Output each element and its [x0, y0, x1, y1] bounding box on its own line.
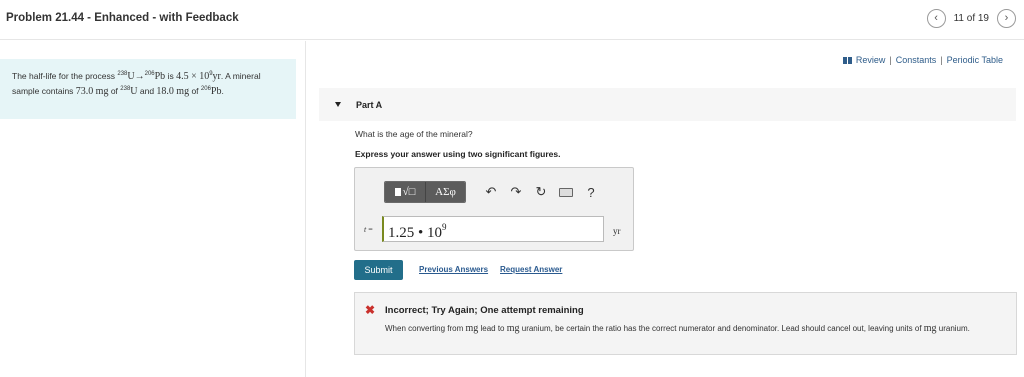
- caret-down-icon: [335, 102, 341, 107]
- review-link[interactable]: Review: [856, 55, 886, 65]
- mass-unit: mg: [95, 86, 109, 97]
- feedback-text: lead to: [478, 324, 507, 333]
- help-button[interactable]: ?: [580, 181, 602, 203]
- answer-row: t = 1.25 • 109 yr: [355, 216, 635, 242]
- chevron-right-icon[interactable]: ›: [997, 9, 1016, 28]
- problem-text: of: [189, 86, 201, 96]
- isotope-mass: 238: [120, 86, 131, 92]
- half-life-unit: yr: [212, 71, 221, 82]
- templates-label: √□: [402, 186, 416, 198]
- math-toolbar: √□ ΑΣφ ↶ ↷ ↻ ?: [384, 179, 605, 205]
- submit-button[interactable]: Submit: [354, 260, 403, 280]
- answer-mantissa: 1.25 • 10: [388, 225, 443, 241]
- mass-unit: mg: [176, 86, 190, 97]
- answer-unit: yr: [613, 226, 621, 236]
- equals-sign: =: [366, 225, 373, 234]
- isotope-symbol: U: [127, 71, 135, 82]
- keyboard-icon[interactable]: [555, 181, 577, 203]
- problem-pager: ‹ 11 of 19 ›: [926, 9, 1016, 28]
- isotope-symbol: Pb: [210, 86, 222, 97]
- isotope-mass: 206: [144, 71, 155, 77]
- feedback-text: uranium, be certain the ratio has the co…: [519, 324, 924, 333]
- symbols-label: ΑΣφ: [435, 186, 456, 198]
- problem-text: The half-life for the process: [12, 71, 118, 81]
- feedback-box: ✖ Incorrect; Try Again; One attempt rema…: [354, 292, 1017, 355]
- redo-icon[interactable]: ↷: [505, 181, 527, 203]
- template-group: √□ ΑΣφ: [384, 181, 466, 203]
- request-answer-link[interactable]: Request Answer: [500, 265, 562, 274]
- isotope-symbol: U: [130, 86, 138, 97]
- link-separator: |: [940, 55, 943, 65]
- problem-position: 11 of 19: [953, 13, 989, 24]
- feedback-title: Incorrect; Try Again; One attempt remain…: [385, 305, 584, 316]
- book-icon: [842, 56, 852, 64]
- problem-pane: The half-life for the process 238U→206Pb…: [0, 41, 306, 377]
- uranium-mass: 73.0: [75, 86, 94, 97]
- feedback-text: When converting from: [385, 324, 466, 333]
- templates-button[interactable]: √□: [385, 182, 425, 202]
- isotope-mass: 206: [200, 86, 211, 92]
- mass-unit: mg: [506, 323, 520, 334]
- mass-unit: mg: [465, 323, 479, 334]
- top-bar: Problem 21.44 - Enhanced - with Feedback…: [0, 0, 1024, 40]
- symbols-button[interactable]: ΑΣφ: [425, 182, 465, 202]
- feedback-body: When converting from mg lead to mg urani…: [385, 323, 1005, 334]
- reaction-arrow: →: [134, 71, 145, 82]
- question-text: What is the age of the mineral?: [355, 129, 473, 139]
- instruction-text: Express your answer using two significan…: [355, 149, 561, 159]
- mass-unit: mg: [923, 323, 937, 334]
- chevron-left-icon[interactable]: ‹: [926, 9, 946, 28]
- answer-panel: √□ ΑΣφ ↶ ↷ ↻ ? t = 1.25 • 109 yr: [354, 167, 634, 251]
- problem-text: .: [221, 86, 224, 96]
- isotope-symbol: Pb: [154, 71, 166, 82]
- template-square-icon: [394, 188, 401, 196]
- answer-input[interactable]: 1.25 • 109: [382, 216, 604, 242]
- problem-text: of: [108, 86, 121, 96]
- previous-answers-link[interactable]: Previous Answers: [419, 265, 488, 274]
- undo-icon[interactable]: ↶: [480, 181, 502, 203]
- resource-links: Review | Constants | Periodic Table: [842, 55, 1003, 65]
- constants-link[interactable]: Constants: [896, 55, 937, 65]
- isotope-mass: 238: [117, 71, 128, 77]
- answer-variable: t =: [364, 225, 373, 234]
- close-x-icon: ✖: [365, 303, 376, 317]
- answer-exponent: 9: [442, 222, 447, 232]
- problem-title: Problem 21.44 - Enhanced - with Feedback: [6, 12, 239, 24]
- problem-text: is: [165, 71, 177, 81]
- link-separator: |: [889, 55, 892, 65]
- periodic-table-link[interactable]: Periodic Table: [947, 55, 1003, 65]
- lead-mass: 18.0: [156, 86, 174, 97]
- feedback-text: uranium.: [936, 324, 970, 333]
- problem-statement: The half-life for the process 238U→206Pb…: [0, 59, 296, 119]
- reset-icon[interactable]: ↻: [530, 181, 552, 203]
- half-life-value: 4.5 × 10: [176, 71, 210, 82]
- part-label: Part A: [356, 100, 383, 110]
- part-a-header[interactable]: Part A: [319, 88, 1016, 121]
- problem-text: and: [137, 86, 157, 96]
